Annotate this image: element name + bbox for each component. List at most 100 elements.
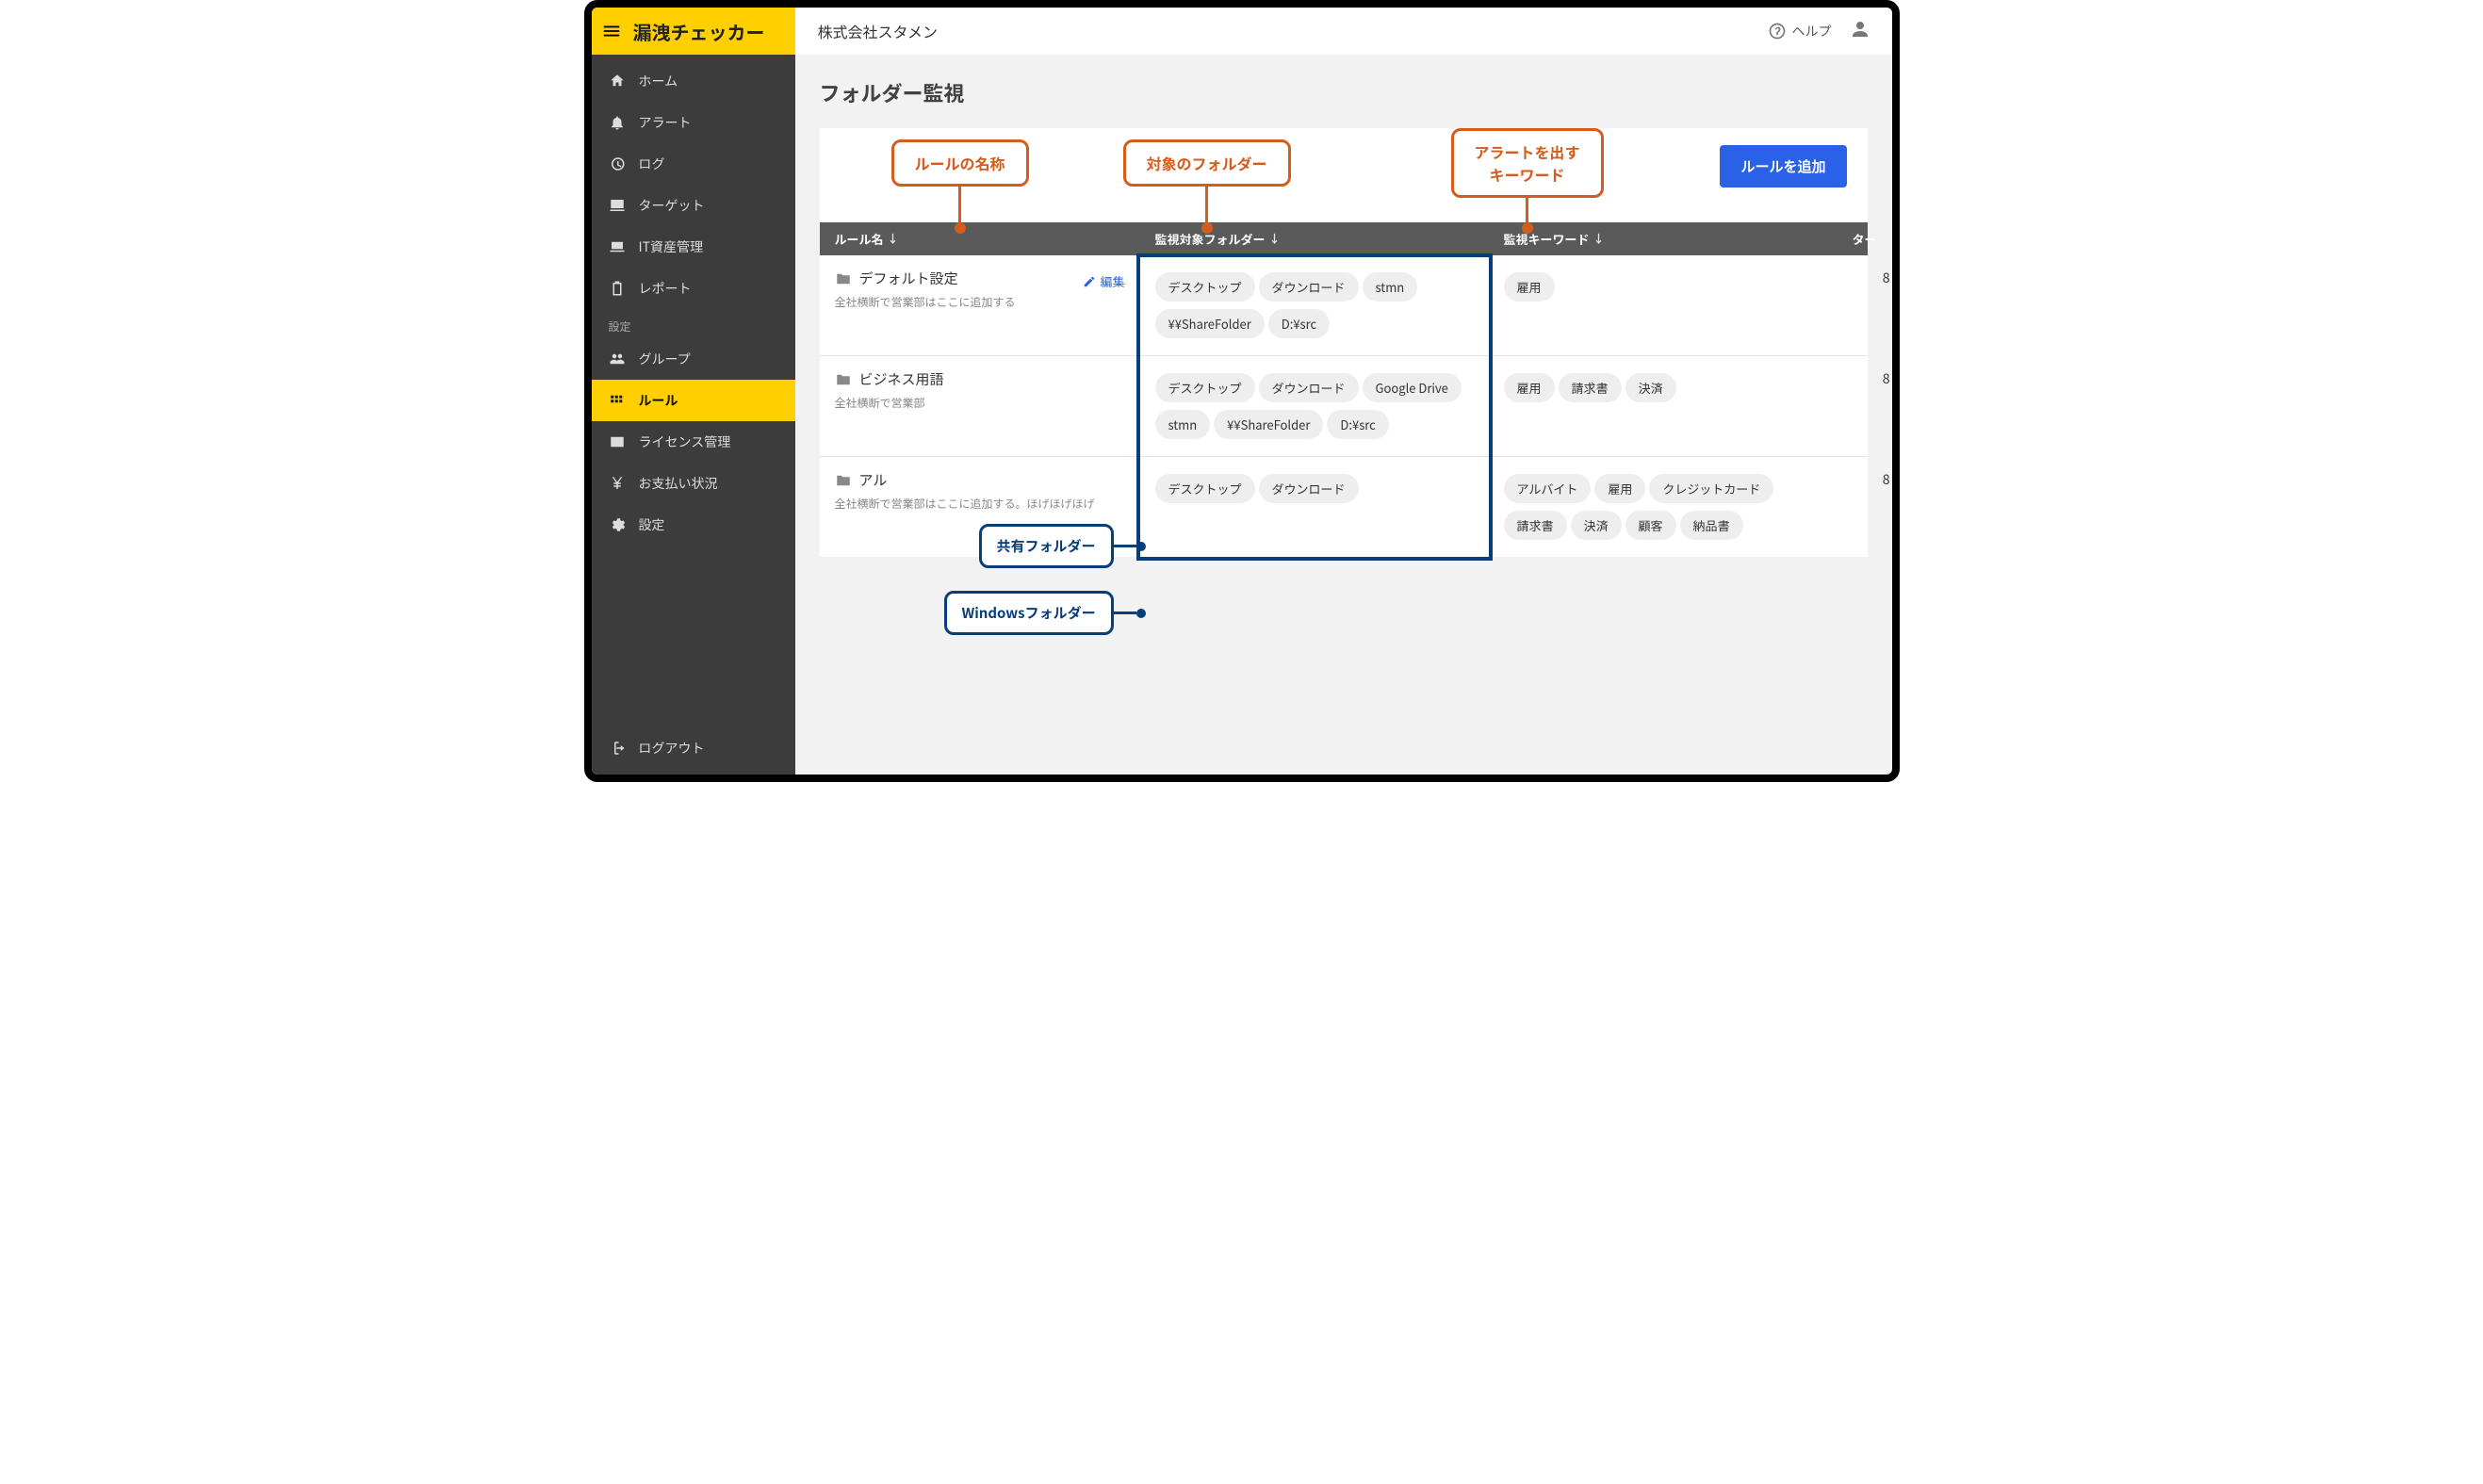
keyword-chip: 納品書 — [1680, 511, 1743, 540]
home-icon — [609, 73, 626, 90]
sort-down-icon: ↓ — [888, 231, 899, 247]
callout-windows-folder: Windowsフォルダー — [944, 591, 1146, 635]
help-icon — [1768, 22, 1787, 41]
folder-chip: デスクトップ — [1155, 373, 1255, 402]
keyword-chip: 顧客 — [1625, 511, 1676, 540]
sidebar-item-label: ログ — [639, 155, 665, 173]
help-label: ヘルプ — [1792, 22, 1832, 41]
folder-chip: ダウンロード — [1259, 373, 1359, 402]
sidebar-item-label: ターゲット — [639, 196, 705, 215]
folder-chip: Google Drive — [1363, 373, 1462, 402]
folder-chip: デスクトップ — [1155, 474, 1255, 503]
keyword-chip: 雇用 — [1504, 373, 1555, 402]
rule-name: デフォルト設定 — [835, 269, 958, 288]
col-rule[interactable]: ルール名↓ — [820, 230, 1140, 248]
folder-chip: ¥¥ShareFolder — [1155, 309, 1265, 338]
sidebar-nav: ホーム アラート ログ ターゲット IT資産管理 — [592, 55, 795, 722]
monitor-icon — [609, 197, 626, 214]
keyword-cell: アルバイト雇用クレジットカード請求書決済顧客納品書 — [1489, 470, 1838, 544]
folder-cell: デスクトップダウンロードstmn ¥¥ShareFolderD:¥src — [1140, 269, 1489, 342]
sort-down-icon: ↓ — [1269, 231, 1281, 247]
sidebar-item-rule[interactable]: ルール — [592, 380, 795, 421]
table-row: ビジネス用語全社横断で営業部デスクトップダウンロードGoogle Drivest… — [820, 355, 1868, 456]
sort-down-icon: ↓ — [1593, 231, 1605, 247]
sidebar-item-report[interactable]: レポート — [592, 268, 795, 309]
col-folder[interactable]: 監視対象フォルダー↓ — [1140, 230, 1489, 248]
sidebar-item-label: レポート — [639, 279, 692, 298]
yen-icon — [609, 475, 626, 492]
keyword-chip: 雇用 — [1504, 272, 1555, 302]
col-keyword[interactable]: 監視キーワード↓ — [1489, 230, 1838, 248]
keyword-chip: アルバイト — [1504, 474, 1592, 503]
keyword-chip: 請求書 — [1559, 373, 1622, 402]
account-icon[interactable] — [1849, 18, 1871, 45]
sidebar: ホーム アラート ログ ターゲット IT資産管理 — [592, 55, 795, 775]
sidebar-item-alert[interactable]: アラート — [592, 102, 795, 143]
sidebar-item-license[interactable]: ライセンス管理 — [592, 421, 795, 463]
laptop-icon — [609, 238, 626, 255]
folder-chip: D:¥src — [1327, 410, 1388, 439]
company-name: 株式会社スタメン — [795, 20, 1768, 42]
gear-icon — [609, 516, 626, 533]
sidebar-item-label: ライセンス管理 — [639, 432, 731, 451]
folder-cell: デスクトップダウンロードGoogle Drivestmn¥¥ShareFolde… — [1140, 369, 1489, 443]
rule-desc: 全社横断で営業部はここに追加する。ほげほげほげ — [835, 496, 1125, 512]
brand: 漏洩チェッカー — [592, 8, 795, 55]
folder-chip: ¥¥ShareFolder — [1214, 410, 1323, 439]
help-link[interactable]: ヘルプ — [1768, 22, 1832, 41]
rule-desc: 全社横断で営業部 — [835, 395, 1125, 411]
logout-icon — [609, 740, 626, 757]
keyword-chip: 決済 — [1625, 373, 1676, 402]
rule-name: アル — [835, 470, 888, 490]
logout-label: ログアウト — [639, 739, 705, 758]
keyword-chip: クレジットカード — [1649, 474, 1773, 503]
add-rule-button[interactable]: ルールを追加 — [1720, 145, 1846, 188]
clipboard-icon — [609, 280, 626, 297]
sidebar-item-payment[interactable]: お支払い状況 — [592, 463, 795, 504]
folder-chip: デスクトップ — [1155, 272, 1255, 302]
sidebar-item-settings[interactable]: 設定 — [592, 504, 795, 546]
edit-button[interactable]: 編集 — [1083, 272, 1124, 290]
table-header: ルール名↓ 監視対象フォルダー↓ 監視キーワード↓ ター — [820, 222, 1868, 255]
menu-icon[interactable] — [601, 21, 622, 41]
history-icon — [609, 155, 626, 172]
rule-desc: 全社横断で営業部はここに追加する — [835, 294, 1125, 310]
count-cell: 8 — [1838, 470, 1892, 489]
sidebar-item-label: ルール — [639, 391, 678, 410]
sidebar-item-label: ホーム — [639, 72, 678, 90]
rule-cell: デフォルト設定 編集全社横断で営業部はここに追加する — [820, 269, 1140, 310]
keyword-chip: 請求書 — [1504, 511, 1567, 540]
main-content: フォルダー監視 ルールの名称 対象のフォルダー アラートを出す キーワード — [795, 55, 1892, 775]
sidebar-item-target[interactable]: ターゲット — [592, 185, 795, 226]
topbar-right: ヘルプ — [1768, 18, 1892, 45]
folder-chip: ダウンロード — [1259, 272, 1359, 302]
rule-name: ビジネス用語 — [835, 369, 944, 389]
folder-rule-icon — [835, 270, 852, 287]
sidebar-item-label: 設定 — [639, 515, 665, 534]
sidebar-item-label: アラート — [639, 113, 692, 132]
page-title: フォルダー監視 — [820, 77, 1868, 107]
col-count: ター — [1838, 230, 1892, 248]
sidebar-item-label: IT資産管理 — [639, 237, 704, 256]
sidebar-item-label: グループ — [639, 350, 691, 368]
keyword-chip: 雇用 — [1594, 474, 1645, 503]
group-icon — [609, 351, 626, 367]
rules-card: ルールの名称 対象のフォルダー アラートを出す キーワード ルールを追加 — [820, 128, 1868, 557]
folder-rule-icon — [835, 472, 852, 489]
sidebar-item-asset[interactable]: IT資産管理 — [592, 226, 795, 268]
folder-cell: デスクトップダウンロード — [1140, 470, 1489, 507]
sidebar-item-home[interactable]: ホーム — [592, 60, 795, 102]
count-cell: 8 — [1838, 269, 1892, 287]
sidebar-section-label: 設定 — [592, 309, 795, 338]
folder-chip: D:¥src — [1268, 309, 1330, 338]
bell-icon — [609, 114, 626, 131]
grid-icon — [609, 392, 626, 409]
folder-chip: stmn — [1363, 272, 1418, 302]
pencil-icon — [1083, 275, 1096, 288]
app-window: 漏洩チェッカー 株式会社スタメン ヘルプ ホーム アラート — [584, 0, 1900, 782]
sidebar-item-log[interactable]: ログ — [592, 143, 795, 185]
sidebar-item-logout[interactable]: ログアウト — [592, 722, 795, 775]
rule-cell: アル全社横断で営業部はここに追加する。ほげほげほげ — [820, 470, 1140, 512]
table-row: デフォルト設定編集全社横断で営業部はここに追加するデスクトップダウンロードstm… — [820, 255, 1868, 355]
sidebar-item-group[interactable]: グループ — [592, 338, 795, 380]
